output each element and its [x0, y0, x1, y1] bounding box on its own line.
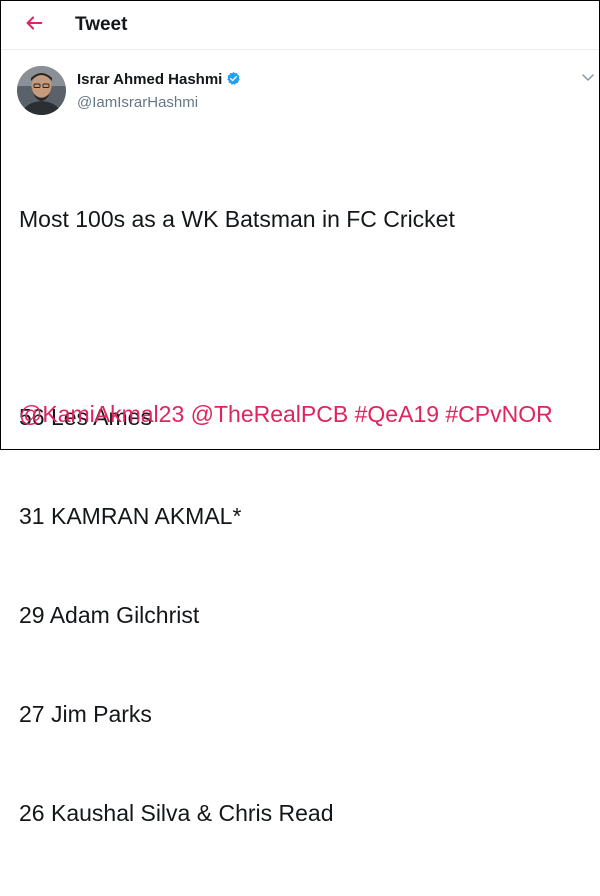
tweet-line: 29 Adam Gilchrist: [19, 602, 200, 628]
tweet-header: Tweet: [1, 1, 599, 50]
author-name-text[interactable]: Israr Ahmed Hashmi: [77, 71, 222, 88]
hashtag-link[interactable]: #CPvNOR: [445, 401, 552, 427]
avatar[interactable]: [17, 66, 66, 115]
avatar-image: [17, 66, 66, 115]
verified-badge-icon: [227, 71, 241, 85]
mention-link[interactable]: @TheRealPCB: [191, 401, 349, 427]
mention-link[interactable]: @KamiAkmal23: [19, 401, 184, 427]
hashtag-link[interactable]: #QeA19: [355, 401, 439, 427]
author-name[interactable]: Israr Ahmed Hashmi: [77, 71, 241, 89]
chevron-down-icon[interactable]: [581, 73, 595, 83]
page-title: Tweet: [75, 14, 128, 35]
tweet-detail-window: Tweet Israr Ahmed Hashmi @IamIsrarHashmi…: [0, 0, 600, 826]
tweet-tags: @KamiAkmal23 @TheRealPCB #QeA19 #CPvNOR: [19, 398, 553, 431]
tweet-line: 27 Jim Parks: [19, 701, 152, 727]
arrow-left-icon[interactable]: [23, 12, 45, 34]
tweet-body: Most 100s as a WK Batsman in FC Cricket …: [19, 137, 455, 896]
author-handle[interactable]: @IamIsrarHashmi: [77, 94, 198, 112]
tweet-line: 31 KAMRAN AKMAL*: [19, 503, 242, 529]
tweet-line: Most 100s as a WK Batsman in FC Cricket: [19, 206, 455, 232]
tweet-line: 26 Kaushal Silva & Chris Read: [19, 800, 334, 826]
